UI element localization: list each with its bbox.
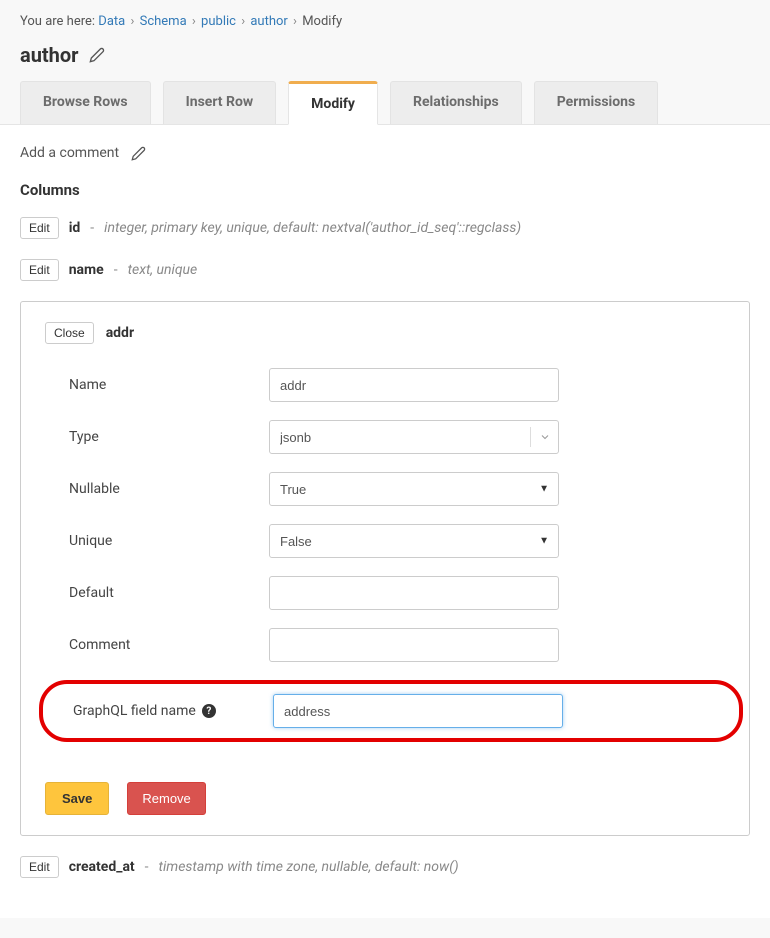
chevron-right-icon: › (130, 14, 134, 29)
breadcrumb-author[interactable]: author (250, 14, 287, 29)
nullable-label: Nullable (69, 481, 269, 497)
help-icon[interactable]: ? (202, 704, 216, 718)
tab-browse-rows[interactable]: Browse Rows (20, 81, 151, 124)
edit-button[interactable]: Edit (20, 259, 59, 281)
unique-label: Unique (69, 533, 269, 549)
editor-column-name: addr (106, 325, 134, 341)
breadcrumb: You are here: Data › Schema › public › a… (20, 14, 750, 29)
columns-section-title: Columns (20, 181, 750, 199)
column-name: name (69, 262, 104, 278)
add-comment-label[interactable]: Add a comment (20, 145, 119, 161)
remove-button[interactable]: Remove (127, 782, 205, 815)
tab-modify[interactable]: Modify (288, 81, 378, 125)
edit-button[interactable]: Edit (20, 217, 59, 239)
type-label: Type (69, 429, 269, 445)
column-meta: timestamp with time zone, nullable, defa… (159, 859, 459, 875)
column-row-id: Edit id - integer, primary key, unique, … (20, 217, 750, 239)
comment-label: Comment (69, 637, 269, 653)
chevron-right-icon: › (192, 14, 196, 29)
name-input[interactable] (269, 368, 559, 402)
close-button[interactable]: Close (45, 322, 94, 344)
comment-input[interactable] (269, 628, 559, 662)
column-row-name: Edit name - text, unique (20, 259, 750, 281)
chevron-right-icon: › (241, 14, 245, 29)
unique-select[interactable]: False (269, 524, 559, 558)
column-name: created_at (69, 859, 135, 875)
breadcrumb-current: Modify (302, 14, 342, 29)
save-button[interactable]: Save (45, 782, 109, 815)
type-select[interactable] (269, 420, 559, 454)
column-row-created-at: Edit created_at - timestamp with time zo… (20, 856, 750, 878)
column-editor: Close addr Name Type (20, 301, 750, 836)
default-input[interactable] (269, 576, 559, 610)
edit-title-icon[interactable] (89, 47, 105, 63)
tab-insert-row[interactable]: Insert Row (163, 81, 277, 124)
tab-permissions[interactable]: Permissions (534, 81, 658, 124)
edit-button[interactable]: Edit (20, 856, 59, 878)
graphql-field-name-label: GraphQL field name ? (73, 703, 273, 719)
column-meta: integer, primary key, unique, default: n… (104, 220, 521, 236)
tabs: Browse Rows Insert Row Modify Relationsh… (0, 81, 770, 125)
breadcrumb-schema[interactable]: Schema (140, 14, 187, 29)
graphql-field-name-input[interactable] (273, 694, 563, 728)
name-label: Name (69, 377, 269, 393)
breadcrumb-public[interactable]: public (201, 14, 236, 29)
column-meta: text, unique (128, 262, 198, 278)
breadcrumb-data[interactable]: Data (98, 14, 125, 29)
nullable-select[interactable]: True (269, 472, 559, 506)
breadcrumb-prefix: You are here: (20, 14, 95, 29)
tab-relationships[interactable]: Relationships (390, 81, 522, 124)
chevron-right-icon: › (293, 14, 297, 29)
column-name: id (69, 220, 81, 236)
default-label: Default (69, 585, 269, 601)
page-title: author (20, 43, 79, 67)
highlight-annotation: GraphQL field name ? (39, 680, 743, 742)
pencil-icon[interactable] (131, 146, 146, 161)
